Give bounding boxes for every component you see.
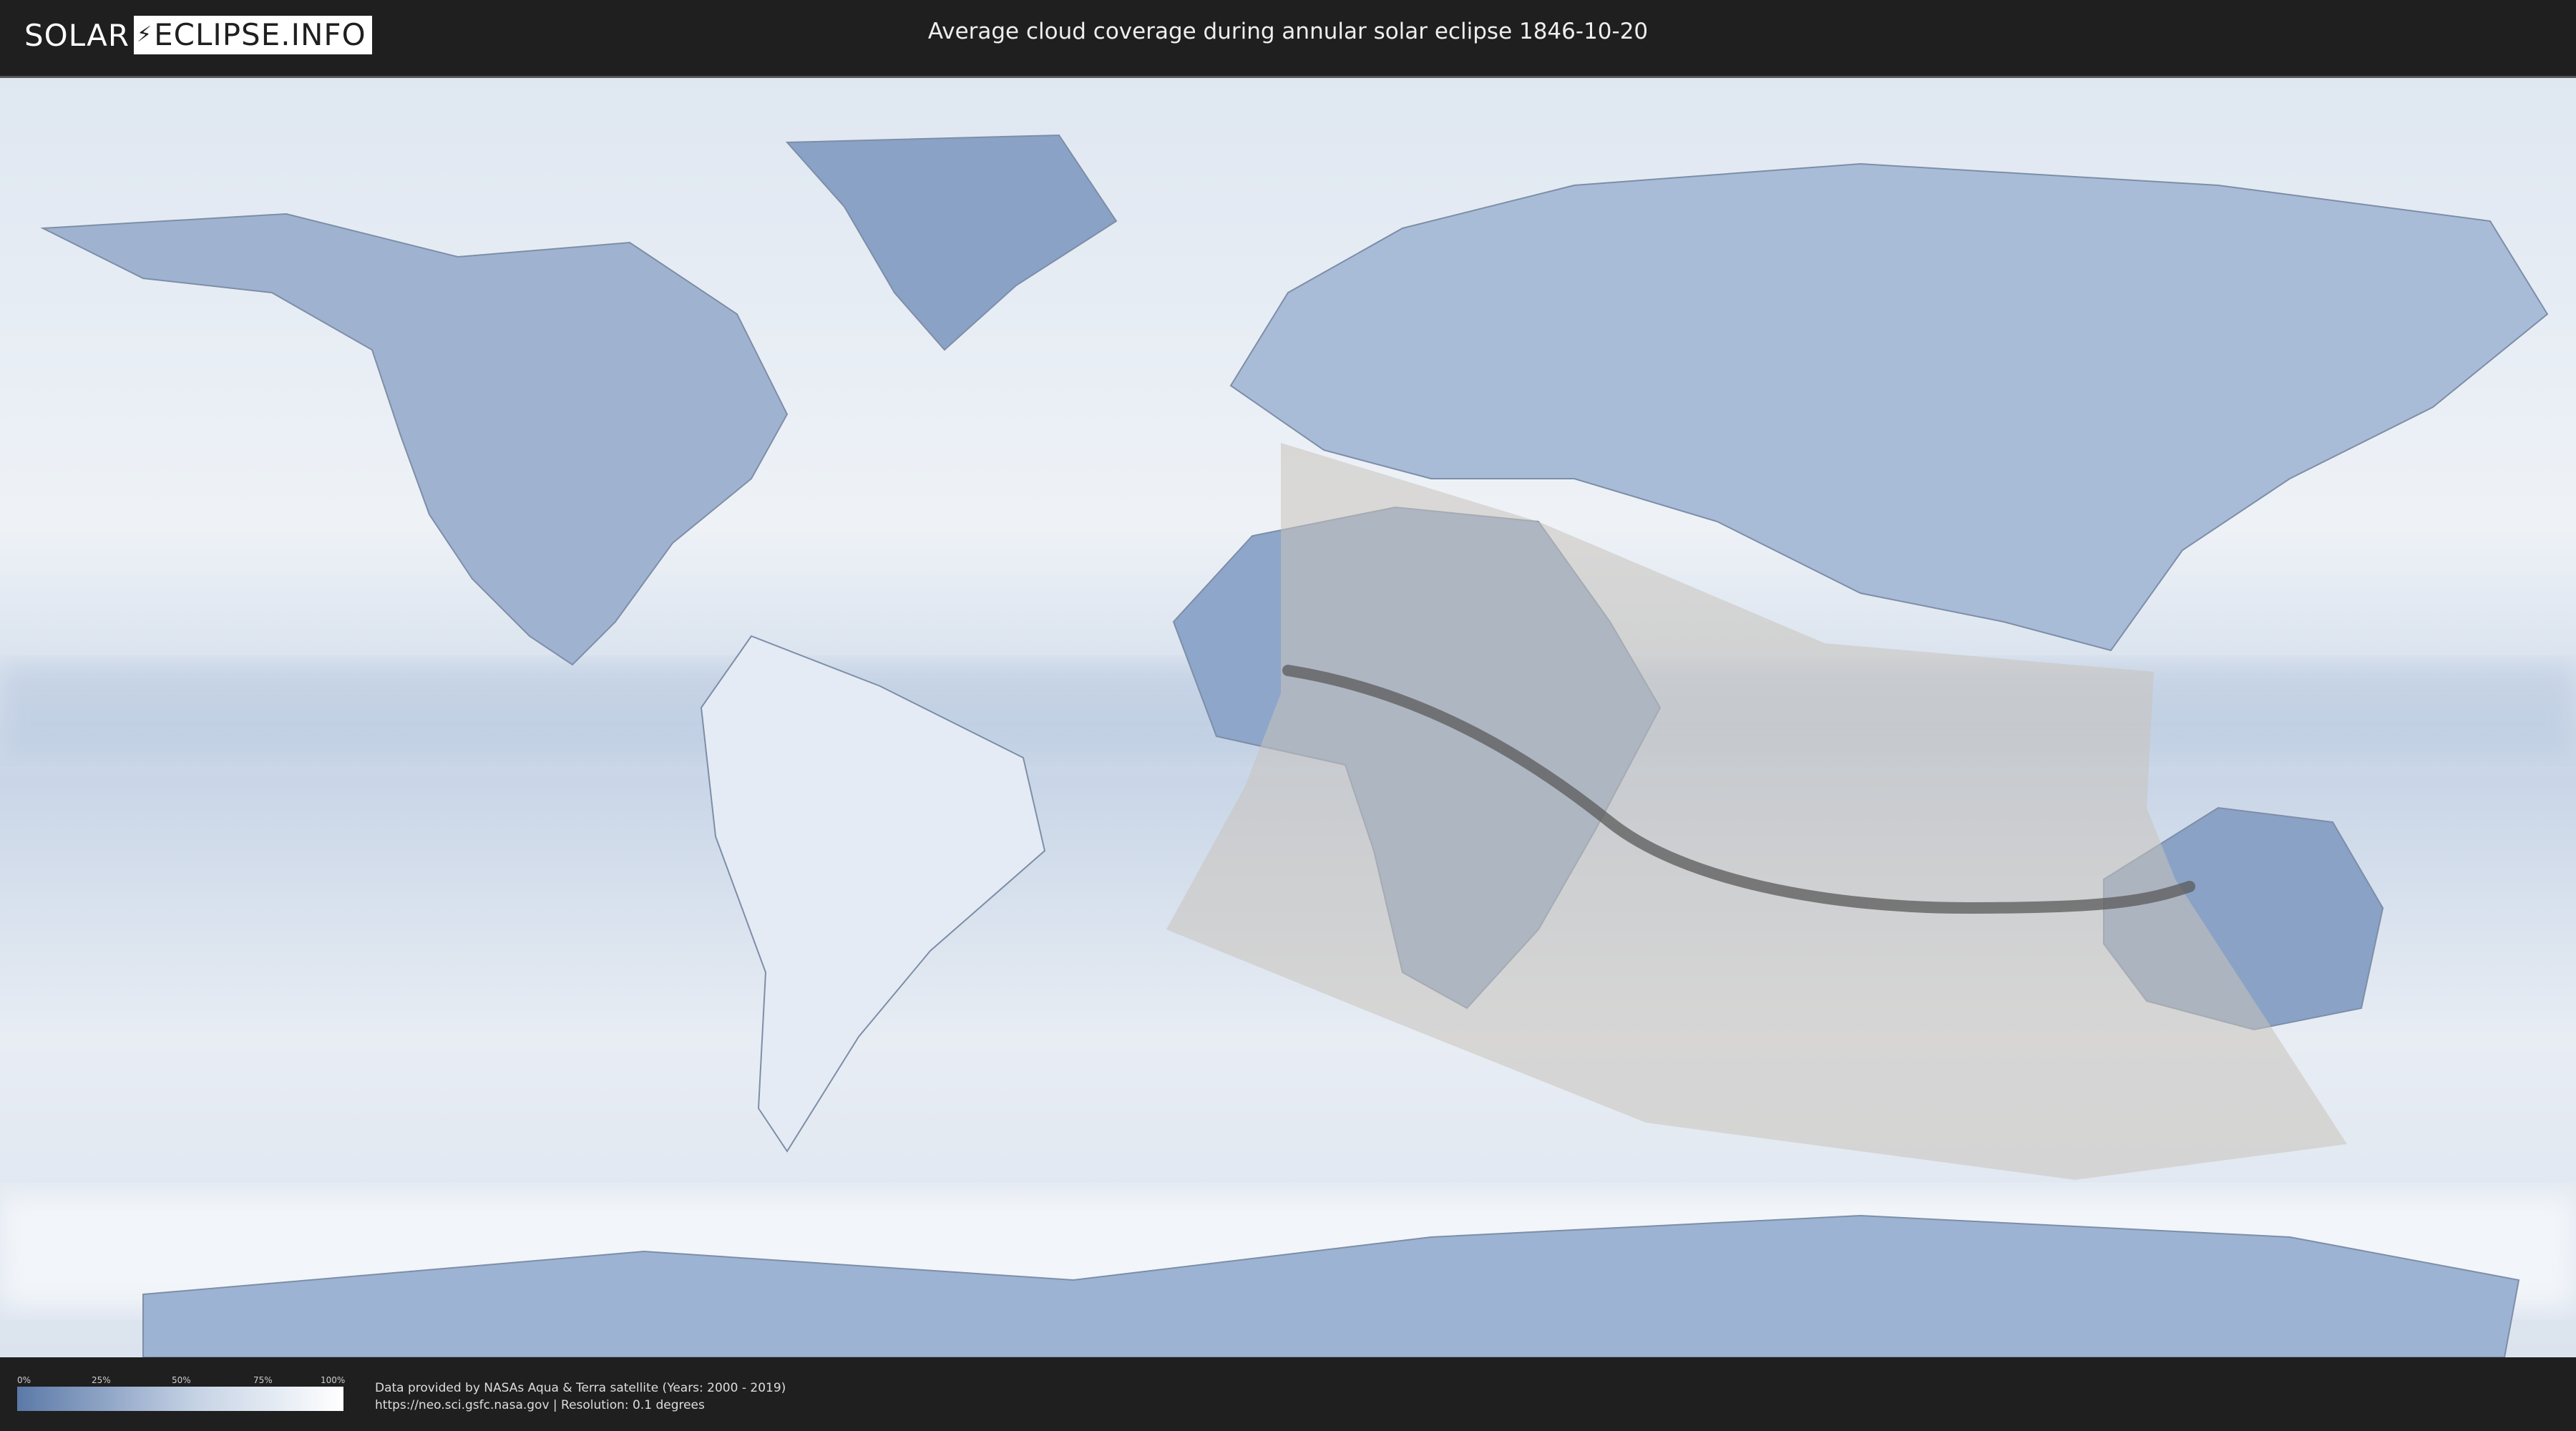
legend-color-bar [17,1387,343,1411]
header-bar: SOLAR ⚡ ECLIPSE.INFO Average cloud cover… [0,0,2576,72]
legend-tick-25: 25% [92,1375,111,1385]
footer-bar: 0% 25% 50% 75% 100% Data provided by NAS… [0,1359,2576,1431]
page-title: Average cloud coverage during annular so… [927,19,1649,44]
legend-tick-0: 0% [17,1375,31,1385]
credits-source: Data provided by NASAs Aqua & Terra sate… [375,1381,786,1395]
data-credits: Data provided by NASAs Aqua & Terra sate… [375,1379,786,1414]
credits-url[interactable]: https://neo.sci.gsfc.nasa.gov | Resoluti… [375,1397,786,1414]
legend-tick-75: 75% [253,1375,273,1385]
legend-ticks: 0% 25% 50% 75% 100% [17,1375,346,1387]
cloud-coverage-map[interactable] [0,76,2576,1357]
legend-tick-100: 100% [321,1375,346,1385]
legend-tick-50: 50% [172,1375,191,1385]
cloud-coverage-legend: 0% 25% 50% 75% 100% [17,1375,346,1411]
world-map-svg [0,78,2576,1357]
